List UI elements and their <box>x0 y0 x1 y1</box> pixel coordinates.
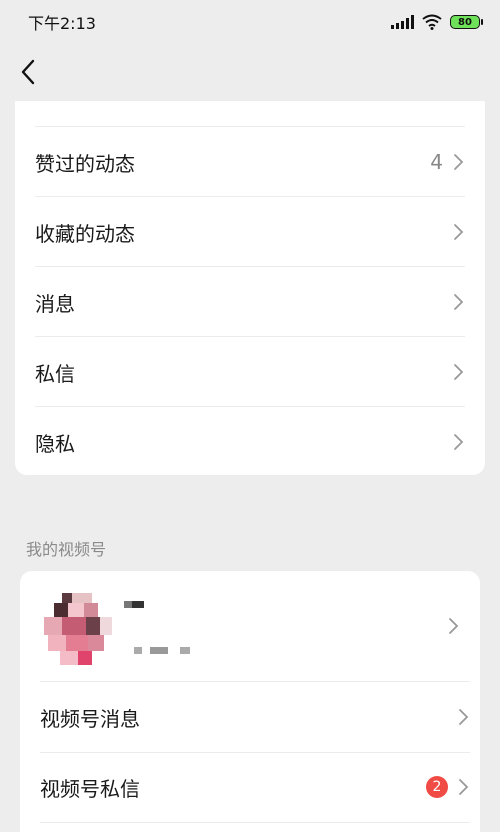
menu-item-label: 视频号消息 <box>40 706 140 731</box>
chevron-right-icon <box>454 364 464 380</box>
chevron-right-icon <box>454 224 464 240</box>
status-bar: 下午2:13 80 <box>0 0 500 44</box>
menu-item-label: 私信 <box>35 361 75 386</box>
battery-icon: 80 <box>450 15 483 29</box>
chevron-left-icon <box>21 59 35 85</box>
menu-item-direct-messages[interactable]: 私信 <box>35 337 465 407</box>
menu-item-messages[interactable]: 消息 <box>35 267 465 337</box>
menu-item-saved-posts[interactable]: 收藏的动态 <box>35 197 465 267</box>
menu-item-label: 视频号私信 <box>40 776 140 801</box>
menu-item-liked-posts[interactable]: 赞过的动态 4 <box>35 127 465 197</box>
channel-name-redacted <box>124 601 204 661</box>
wifi-icon <box>422 14 442 30</box>
status-icons: 80 <box>391 14 483 30</box>
liked-count: 4 <box>430 150 443 174</box>
nav-bar <box>0 44 500 100</box>
menu-item-channel-direct-messages[interactable]: 视频号私信 2 <box>40 752 470 822</box>
signal-icon <box>391 15 414 29</box>
channel-profile-row[interactable] <box>20 571 480 681</box>
unread-badge: 2 <box>426 776 448 798</box>
battery-level: 80 <box>458 16 472 28</box>
section-title-channels: 我的视频号 <box>26 540 107 559</box>
chevron-right-icon <box>459 779 469 795</box>
avatar <box>44 593 112 665</box>
menu-item-label: 收藏的动态 <box>35 221 135 246</box>
chevron-right-icon <box>454 434 464 450</box>
chevron-right-icon <box>449 618 459 634</box>
channels-card: 视频号消息 视频号私信 2 <box>20 571 480 832</box>
divider <box>40 822 470 823</box>
menu-item-privacy[interactable]: 隐私 <box>35 407 465 475</box>
chevron-right-icon <box>454 294 464 310</box>
activity-menu-card: 赞过的动态 4 收藏的动态 消息 私信 隐私 <box>15 101 485 475</box>
chevron-right-icon <box>459 709 469 725</box>
status-time: 下午2:13 <box>28 14 96 33</box>
menu-item-channel-messages[interactable]: 视频号消息 <box>40 682 470 752</box>
back-button[interactable] <box>10 52 46 92</box>
menu-item-label: 隐私 <box>35 431 75 456</box>
menu-item-label: 消息 <box>35 291 75 316</box>
chevron-right-icon <box>454 154 464 170</box>
menu-item-label: 赞过的动态 <box>35 151 135 176</box>
